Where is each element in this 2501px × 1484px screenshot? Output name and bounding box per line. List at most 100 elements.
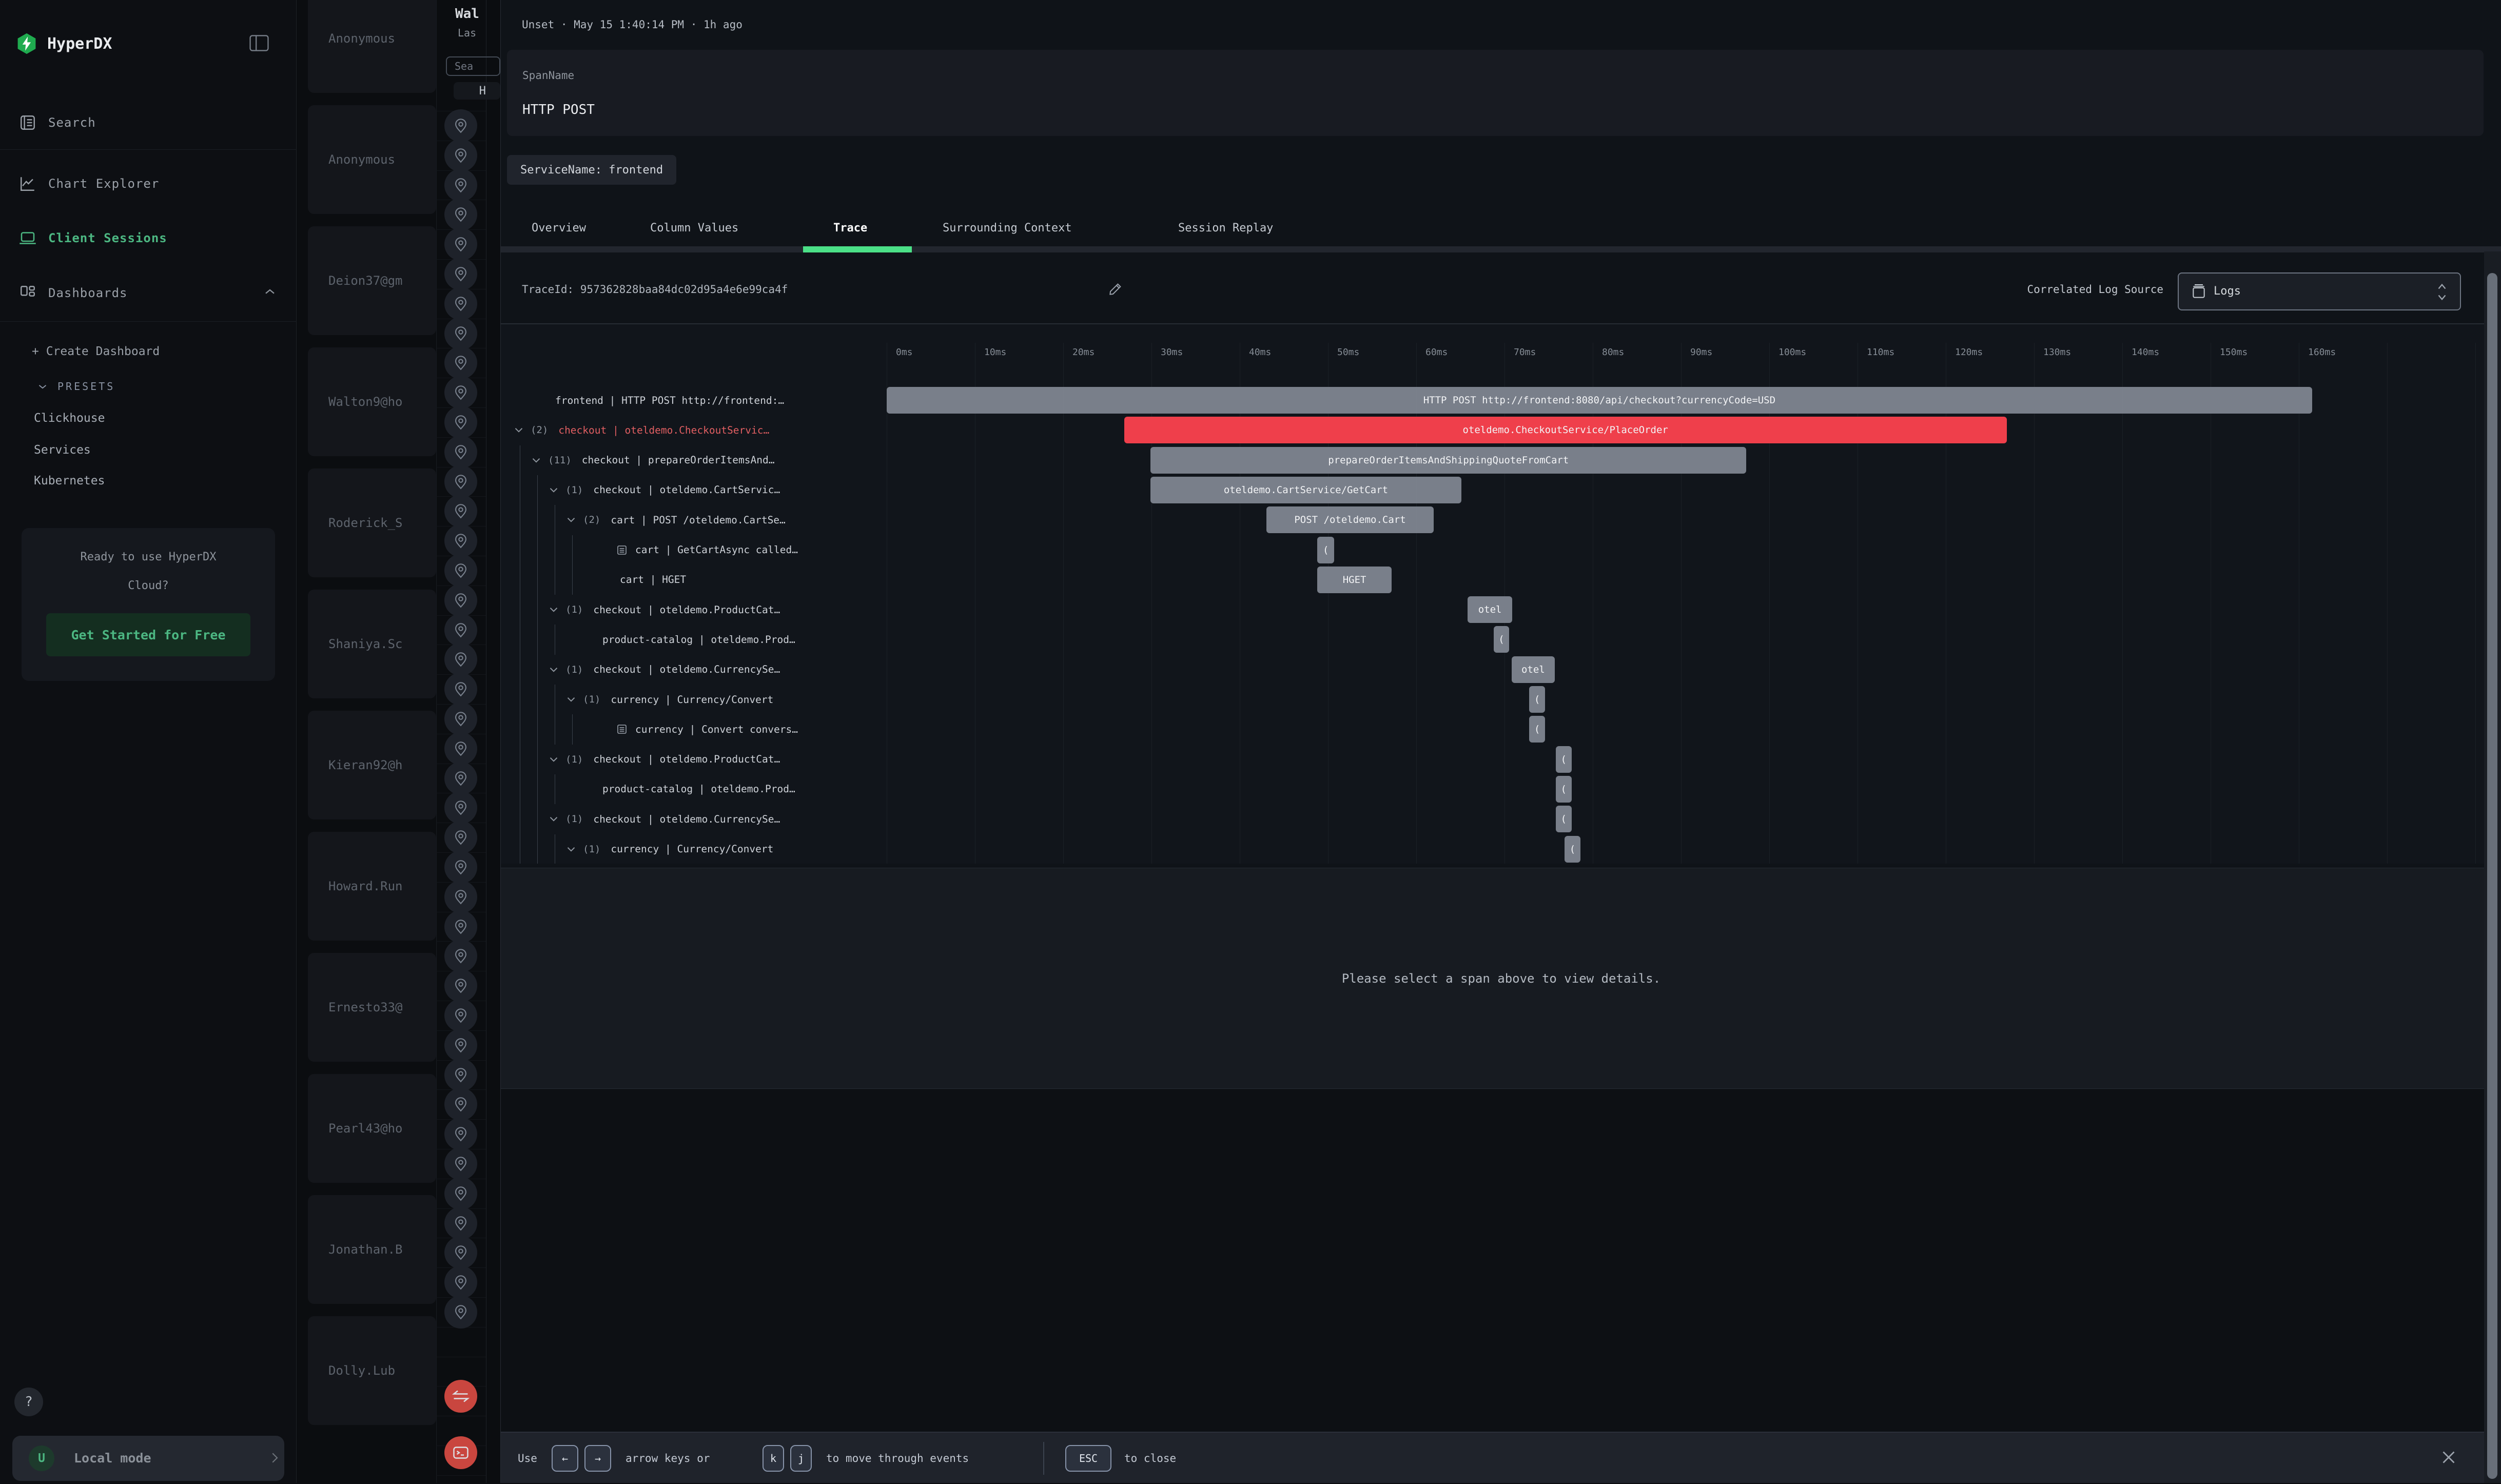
tab-column-values[interactable]: Column Values (650, 210, 738, 246)
span-name-value: HTTP POST (522, 102, 595, 118)
chevron-down-icon[interactable] (547, 753, 565, 766)
trace-tree-row[interactable]: (2)checkout | oteldemo.CheckoutServic… (501, 415, 883, 445)
child-count: (2) (583, 514, 600, 525)
local-mode-menu[interactable]: U Local mode (12, 1436, 284, 1481)
location-pin-icon (444, 881, 477, 913)
trace-tree-row[interactable]: (1)checkout | oteldemo.CurrencySe… (501, 655, 883, 685)
session-list-item[interactable]: Deion37@gm (308, 226, 436, 335)
divider (0, 321, 297, 322)
search-input[interactable]: Sea (446, 56, 500, 76)
trace-span-bar[interactable]: ( (1529, 716, 1545, 743)
trace-span-bar[interactable]: prepareOrderItemsAndShippingQuoteFromCar… (1150, 447, 1746, 474)
chevron-down-icon[interactable] (512, 423, 531, 437)
session-list-item[interactable]: Pearl43@ho (308, 1074, 436, 1183)
location-pin-icon (444, 317, 477, 350)
sidebar-item-services[interactable]: Services (34, 443, 91, 457)
trace-span-bar[interactable]: POST /oteldemo.Cart (1266, 506, 1434, 533)
close-icon[interactable] (2431, 1440, 2466, 1475)
chevron-down-icon[interactable] (547, 483, 565, 497)
trace-tree-row[interactable]: frontend | HTTP POST http://frontend:… (501, 385, 883, 415)
location-pin-icon (444, 258, 477, 290)
trace-tree-row[interactable]: (1)checkout | oteldemo.ProductCat… (501, 745, 883, 774)
trace-span-bar[interactable]: ( (1556, 806, 1572, 832)
trace-span-bar[interactable]: ( (1529, 686, 1545, 713)
sidebar-item-client-sessions[interactable]: Client Sessions (0, 223, 297, 253)
scrollbar-thumb[interactable] (2487, 273, 2497, 1479)
session-list-item[interactable]: Kieran92@h (308, 711, 436, 819)
sidebar-item-search[interactable]: Search (0, 107, 297, 138)
chevron-down-icon[interactable] (564, 693, 583, 706)
chevron-down-icon[interactable] (564, 843, 583, 856)
sidebar-item-dashboards[interactable]: Dashboards (0, 278, 297, 308)
location-pin-icon (444, 406, 477, 439)
axis-tick-label: 120ms (1955, 347, 1983, 358)
tab-overview[interactable]: Overview (532, 210, 586, 246)
trace-tree-row[interactable]: (11)checkout | prepareOrderItemsAnd… (501, 445, 883, 475)
session-list-item[interactable]: Anonymous (308, 105, 436, 214)
log-source-select[interactable]: Logs (2178, 272, 2461, 310)
trace-span-bar[interactable]: oteldemo.CartService/GetCart (1150, 477, 1461, 503)
location-pin-icon (444, 1266, 477, 1299)
cloud-promo-line1: Ready to use HyperDX (22, 551, 275, 563)
trace-span-bar[interactable]: otel (1512, 656, 1555, 683)
trace-tree-row[interactable]: (1)currency | Currency/Convert (501, 685, 883, 714)
trace-tree-row[interactable]: (1)currency | Currency/Convert (501, 834, 883, 864)
session-name: Dolly.Lub (328, 1363, 395, 1378)
trace-tree-row[interactable]: (1)checkout | oteldemo.ProductCat… (501, 595, 883, 624)
trace-tree-row[interactable]: (2)cart | POST /oteldemo.CartSe… (501, 505, 883, 535)
trace-span-bar[interactable]: ( (1317, 537, 1334, 563)
get-started-button[interactable]: Get Started for Free (46, 613, 250, 656)
trace-span-bar[interactable]: oteldemo.CheckoutService/PlaceOrder (1124, 417, 2007, 443)
trace-tree-row[interactable]: product-catalog | oteldemo.Prod… (501, 624, 883, 654)
session-list-item[interactable]: Shaniya.Sc (308, 590, 436, 698)
child-count: (11) (548, 455, 572, 466)
select-chevrons-icon (2435, 280, 2449, 306)
chevron-down-icon[interactable] (564, 513, 583, 526)
gridline (2034, 343, 2035, 864)
trace-tree-row[interactable]: currency | Convert convers… (501, 714, 883, 744)
sidebar-item-clickhouse[interactable]: Clickhouse (34, 412, 105, 425)
sidebar-item-kubernetes[interactable]: Kubernetes (34, 474, 105, 487)
location-pin-icon (444, 940, 477, 972)
session-list-item[interactable]: Anonymous (308, 0, 436, 93)
session-list-item[interactable]: Ernesto33@ (308, 953, 436, 1062)
session-list-item[interactable]: Dolly.Lub (308, 1316, 436, 1425)
chevron-down-icon[interactable] (530, 454, 548, 467)
trace-span-bar[interactable]: HGET (1317, 567, 1391, 593)
trace-tree-row[interactable]: (1)checkout | oteldemo.CurrencySe… (501, 804, 883, 834)
trace-span-bar[interactable]: ( (1565, 836, 1580, 863)
location-pin-icon (444, 1207, 477, 1240)
filter-chip[interactable]: H (454, 82, 500, 100)
help-button[interactable]: ? (14, 1388, 43, 1416)
tab-surrounding-context[interactable]: Surrounding Context (943, 210, 1072, 246)
session-list-item[interactable]: Jonathan.B (308, 1195, 436, 1304)
tab-trace[interactable]: Trace (833, 210, 867, 246)
edit-pencil-icon[interactable] (1108, 281, 1123, 299)
create-dashboard-button[interactable]: + Create Dashboard (32, 345, 160, 358)
trace-span-bar[interactable]: ( (1556, 776, 1572, 803)
chevron-down-icon[interactable] (547, 603, 565, 616)
tab-session-replay[interactable]: Session Replay (1178, 210, 1273, 246)
active-tab-indicator (803, 246, 912, 252)
trace-tree-row[interactable]: cart | HGET (501, 565, 883, 595)
sidebar-item-chart-explorer[interactable]: Chart Explorer (0, 168, 297, 199)
presets-toggle[interactable]: PRESETS (36, 380, 115, 393)
trace-span-bar[interactable]: ( (1494, 626, 1509, 653)
trace-tree-row[interactable]: product-catalog | oteldemo.Prod… (501, 774, 883, 804)
session-list-item[interactable]: Walton9@ho (308, 347, 436, 456)
collapse-sidebar-icon[interactable] (249, 35, 269, 53)
chevron-down-icon[interactable] (547, 663, 565, 676)
trace-tree-row[interactable]: cart | GetCartAsync called… (501, 535, 883, 565)
trace-tree-row[interactable]: (1)checkout | oteldemo.CartServic… (501, 475, 883, 505)
trace-span-bar[interactable]: HTTP POST http://frontend:8080/api/check… (887, 387, 2312, 414)
session-list-item[interactable]: Roderick_S (308, 468, 436, 577)
chevron-down-icon[interactable] (547, 812, 565, 826)
location-pin-icon (444, 762, 477, 795)
location-pin-icon (444, 732, 477, 765)
trace-span-bar[interactable]: otel (1468, 596, 1513, 623)
trace-span-bar[interactable]: ( (1556, 746, 1572, 773)
session-name: Deion37@gm (328, 274, 403, 288)
session-list-item[interactable]: Howard.Run (308, 832, 436, 941)
service-name-chip[interactable]: ServiceName: frontend (507, 155, 676, 185)
footer-move-text: to move through events (826, 1433, 969, 1484)
